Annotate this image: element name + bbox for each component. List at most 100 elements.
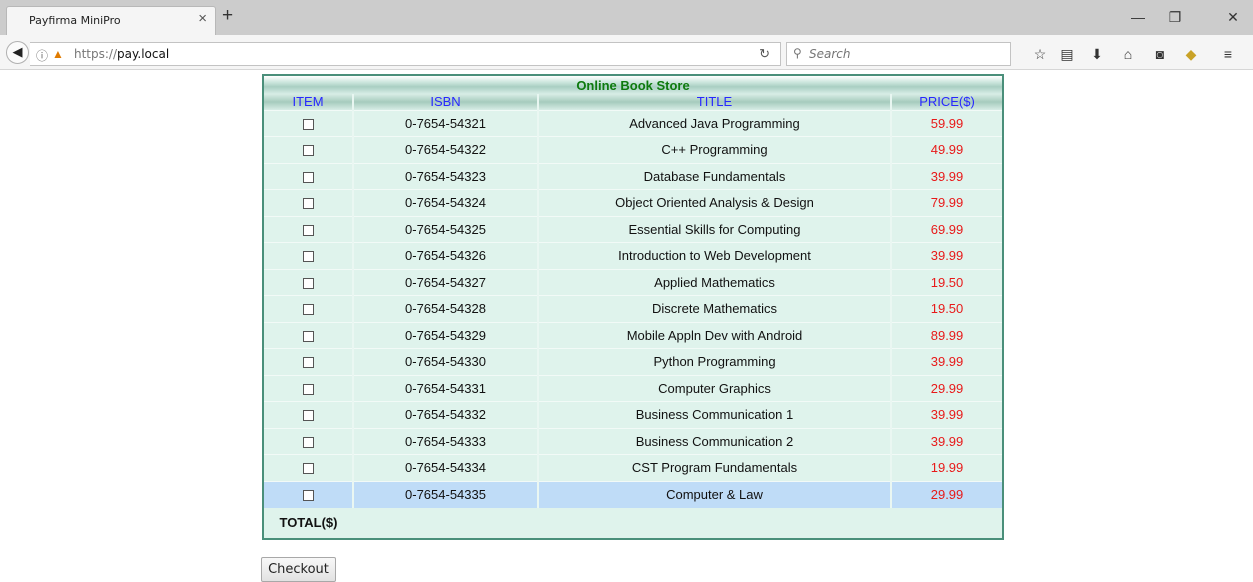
column-header-title: TITLE [538,94,892,110]
new-tab-icon[interactable]: + [222,6,233,25]
item-cell [264,401,354,428]
reload-icon[interactable]: ↻ [759,46,770,62]
isbn-cell: 0-7654-54328 [353,295,539,322]
price-cell: 79.99 [891,189,1003,216]
tab-bar: Payfirma MiniPro × + — ❐ ✕ [0,0,1253,35]
item-cell [264,348,354,375]
item-checkbox[interactable] [302,277,314,289]
isbn-cell: 0-7654-54329 [353,321,539,349]
pocket-icon[interactable]: ◙ [1150,45,1170,63]
title-cell: Applied Mathematics [538,268,892,296]
browser-tab[interactable]: Payfirma MiniPro × [6,6,216,35]
title-cell: Business Communication 1 [538,401,892,428]
title-cell: CST Program Fundamentals [538,454,892,481]
item-checkbox[interactable] [302,330,314,342]
address-bar[interactable]: ⓘ ▲ https://pay.local ↻ [30,42,781,66]
price-cell: 69.99 [891,215,1003,243]
item-cell [264,162,354,190]
item-checkbox[interactable] [302,198,314,210]
checkout-button[interactable]: Checkout [261,557,336,582]
extension-icon[interactable]: ◆ [1181,45,1201,63]
item-checkbox[interactable] [302,357,314,369]
table-row[interactable]: 0-7654-54334 CST Program Fundamentals 19.9… [264,454,1003,481]
title-cell: Database Fundamentals [538,162,892,190]
title-cell: Business Communication 2 [538,427,892,455]
price-cell: 29.99 [891,480,1003,508]
title-cell: Introduction to Web Development [538,242,892,269]
table-row[interactable]: 0-7654-54322 C++ Programming 49.99 [264,136,1003,163]
title-cell: Advanced Java Programming [538,109,892,137]
item-checkbox[interactable] [302,304,314,316]
table-row[interactable]: 0-7654-54328 Discrete Mathematics 19.50 [264,295,1003,322]
bookmark-star-icon[interactable]: ☆ [1030,45,1050,63]
title-cell: Computer Graphics [538,374,892,402]
price-cell: 39.99 [891,401,1003,428]
menu-icon[interactable]: ≡ [1218,45,1238,63]
isbn-cell: 0-7654-54327 [353,268,539,296]
table-caption: Online Book Store [264,76,1003,94]
info-icon[interactable]: ⓘ [36,47,48,64]
item-checkbox[interactable] [302,436,314,448]
search-input[interactable] [809,46,999,62]
table-row[interactable]: 0-7654-54331 Computer Graphics 29.99 [264,374,1003,402]
home-icon[interactable]: ⌂ [1118,45,1138,63]
item-checkbox[interactable] [302,490,314,502]
book-table: Online Book Store ITEM ISBN TITLE PRICE(… [264,76,1003,538]
table-row[interactable]: 0-7654-54330 Python Programming 39.99 [264,348,1003,375]
title-cell: Python Programming [538,348,892,375]
back-arrow-icon[interactable]: ◀ [6,41,29,64]
url-text[interactable]: https://pay.local [74,47,169,61]
item-cell [264,480,354,508]
window-close-icon[interactable]: ✕ [1218,7,1248,27]
nav-bar: ◀ ⓘ ▲ https://pay.local ↻ ⚲ ☆ ▤ ⬇ ⌂ ◙ ◆ … [0,35,1253,70]
lock-warning-icon[interactable]: ▲ [52,47,64,61]
item-cell [264,242,354,269]
item-checkbox[interactable] [302,251,314,263]
item-checkbox[interactable] [302,171,314,183]
item-cell [264,215,354,243]
table-row[interactable]: 0-7654-54326 Introduction to Web Developm… [264,242,1003,269]
item-checkbox[interactable] [302,118,314,130]
item-checkbox[interactable] [302,224,314,236]
item-checkbox[interactable] [302,410,314,422]
table-row[interactable]: 0-7654-54335 Computer & Law 29.99 [264,480,1003,508]
item-cell [264,321,354,349]
table-row[interactable]: 0-7654-54332 Business Communication 1 39.9… [264,401,1003,428]
table-row[interactable]: 0-7654-54324 Object Oriented Analysis & D… [264,189,1003,216]
price-cell: 19.50 [891,268,1003,296]
item-checkbox[interactable] [302,463,314,475]
table-row[interactable]: 0-7654-54325 Essential Skills for Computi… [264,215,1003,243]
item-checkbox[interactable] [302,383,314,395]
reading-list-icon[interactable]: ▤ [1057,45,1077,63]
price-cell: 39.99 [891,427,1003,455]
price-cell: 49.99 [891,136,1003,163]
search-bar[interactable]: ⚲ [786,42,1011,66]
column-header-price: PRICE($) [891,94,1003,110]
table-row[interactable]: 0-7654-54321 Advanced Java Programming 59.… [264,109,1003,137]
item-cell [264,189,354,216]
table-caption-row: Online Book Store [264,76,1003,94]
price-cell: 89.99 [891,321,1003,349]
table-row[interactable]: 0-7654-54327 Applied Mathematics 19.50 [264,268,1003,296]
isbn-cell: 0-7654-54333 [353,427,539,455]
item-cell [264,427,354,455]
table-row[interactable]: 0-7654-54333 Business Communication 2 39.9… [264,427,1003,455]
isbn-cell: 0-7654-54322 [353,136,539,163]
isbn-cell: 0-7654-54331 [353,374,539,402]
table-row[interactable]: 0-7654-54329 Mobile Appln Dev with Androi… [264,321,1003,349]
restore-icon[interactable]: ❐ [1160,7,1190,27]
column-header-isbn: ISBN [353,94,539,110]
minimize-icon[interactable]: — [1123,7,1153,27]
price-cell: 59.99 [891,109,1003,137]
table-header-row: ITEM ISBN TITLE PRICE($) [264,94,1003,110]
column-header-item: ITEM [264,94,354,110]
close-tab-icon[interactable]: × [198,11,207,27]
table-row[interactable]: 0-7654-54323 Database Fundamentals 39.99 [264,162,1003,190]
price-cell: 19.99 [891,454,1003,481]
price-cell: 39.99 [891,162,1003,190]
isbn-cell: 0-7654-54321 [353,109,539,137]
download-icon[interactable]: ⬇ [1087,45,1107,63]
url-domain: pay.local [117,47,170,61]
isbn-cell: 0-7654-54324 [353,189,539,216]
item-checkbox[interactable] [302,145,314,157]
